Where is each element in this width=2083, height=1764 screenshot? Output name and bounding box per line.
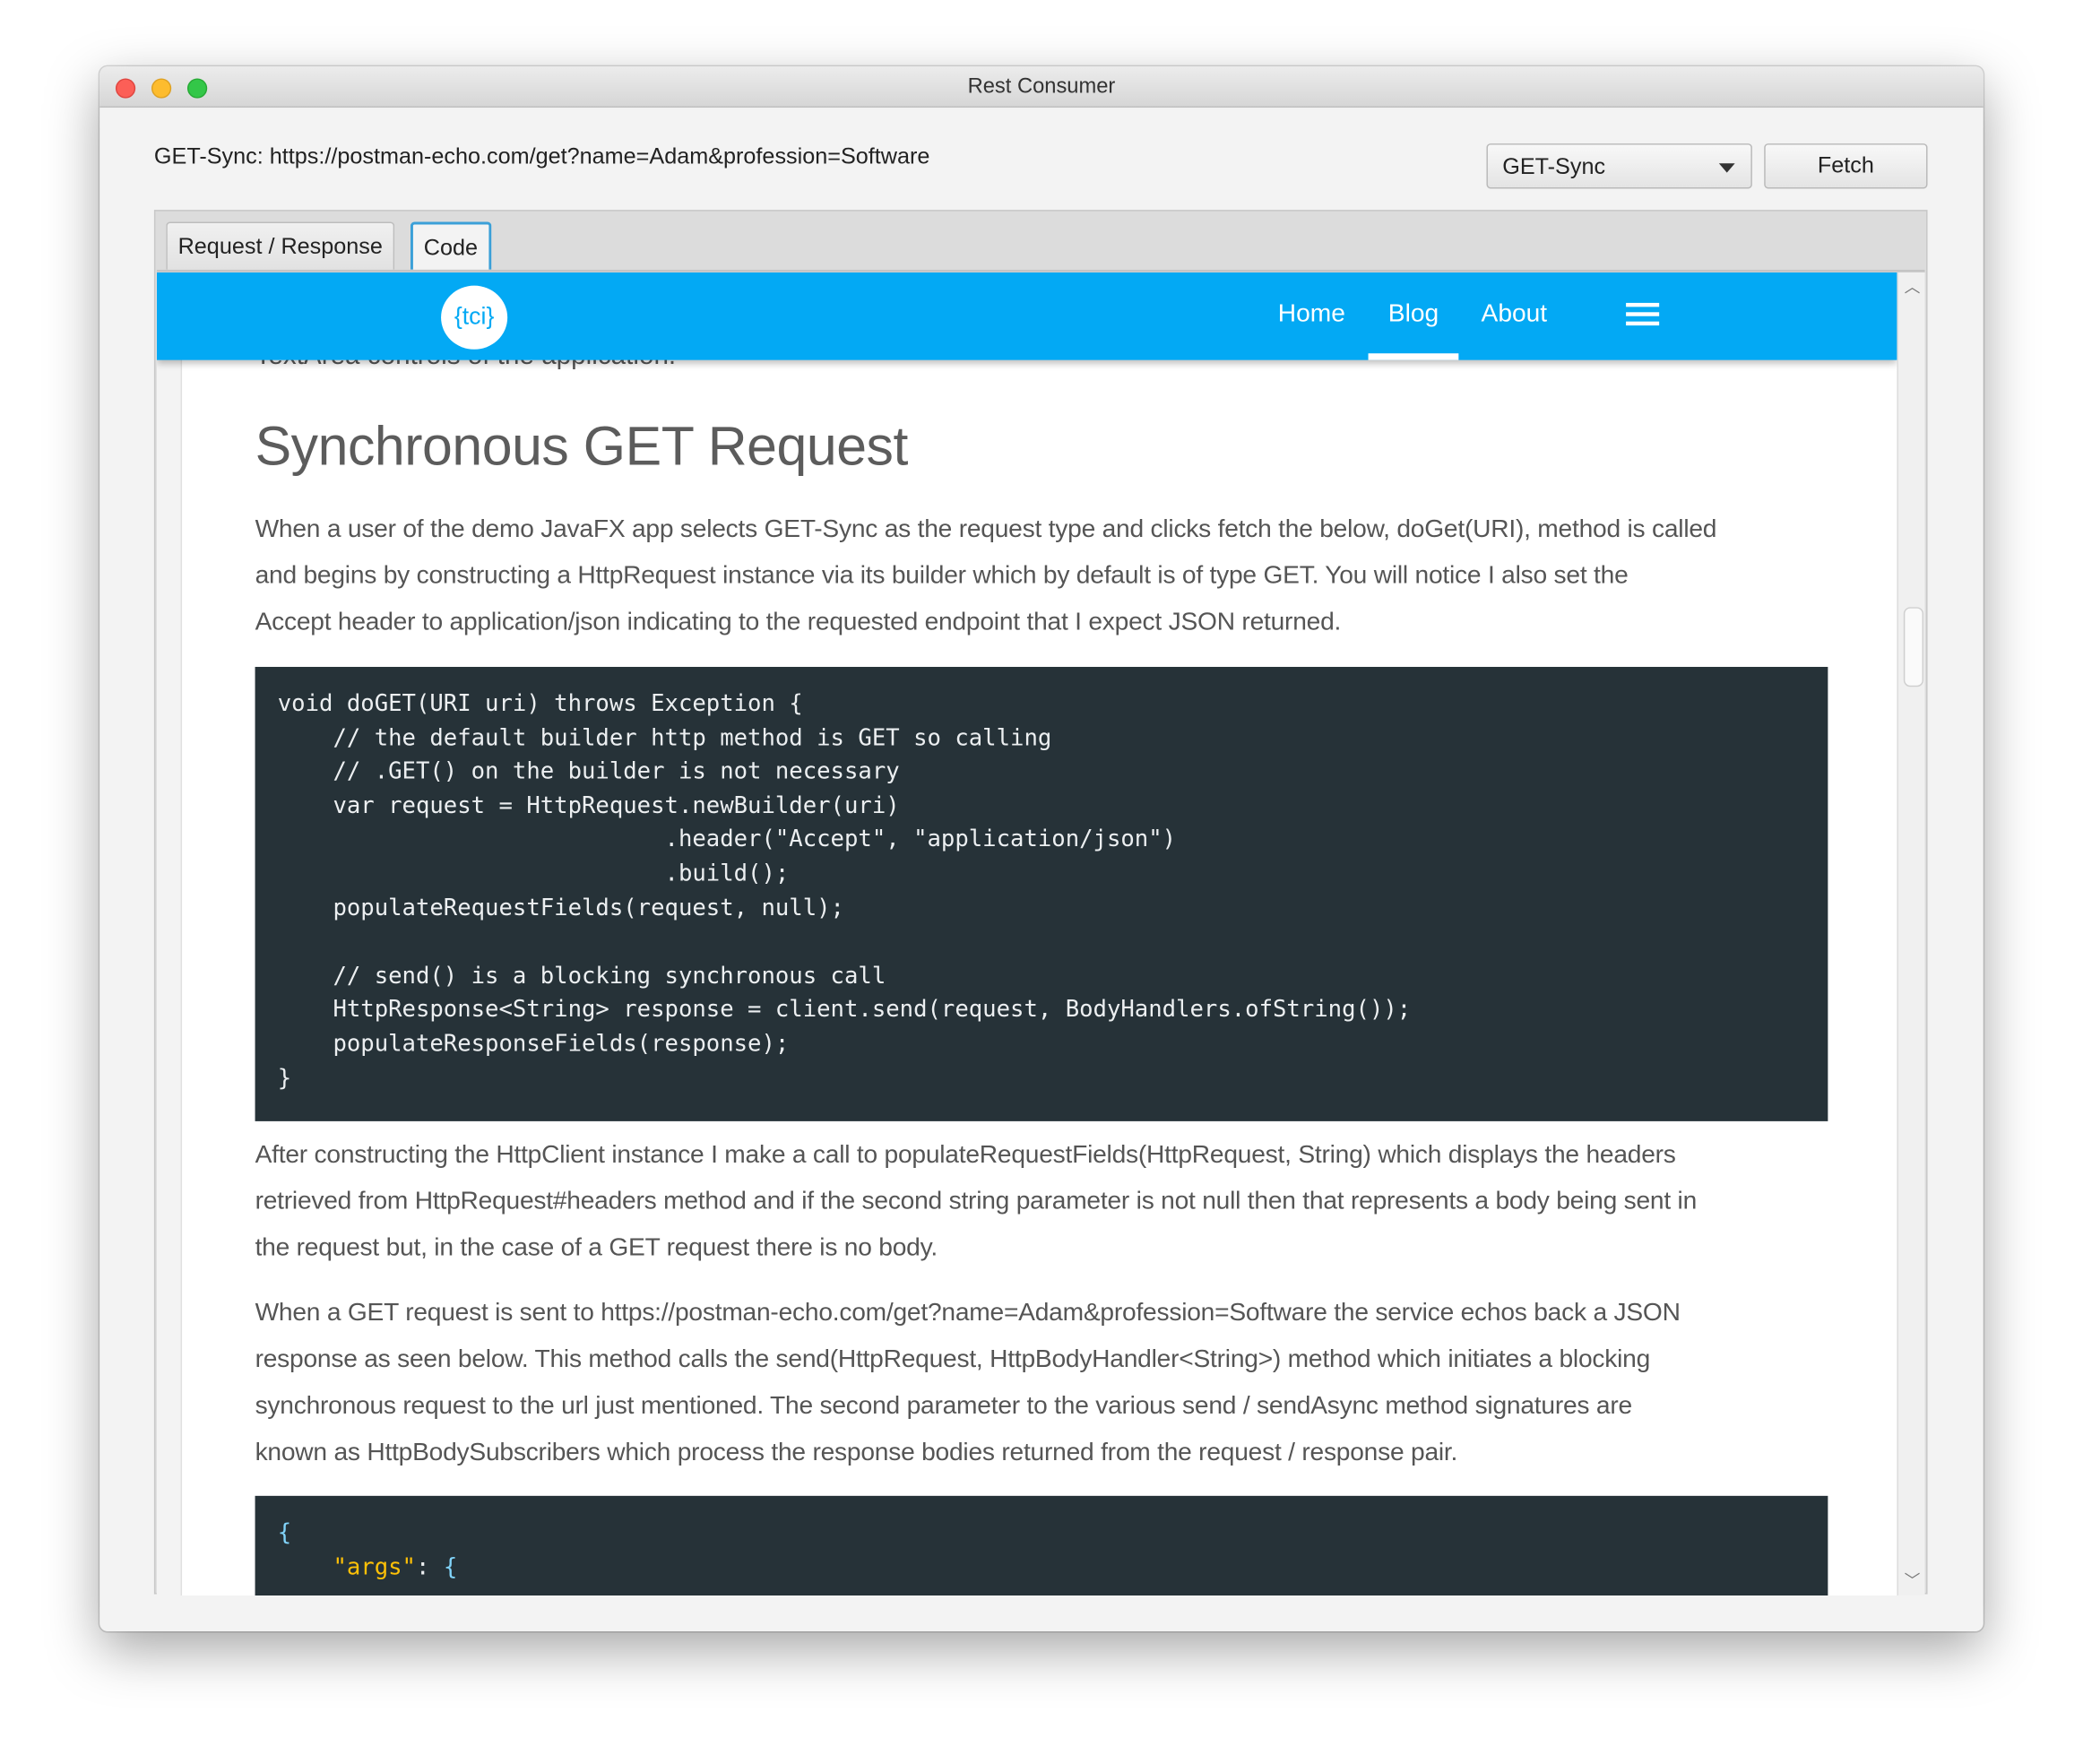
paragraph-line: known as HttpBodySubscribers which proce… xyxy=(255,1439,1458,1467)
code-block-json-response: { "args": { xyxy=(255,1495,1828,1596)
site-logo[interactable]: {tci} xyxy=(441,285,508,350)
vertical-scrollbar[interactable]: ︿ ﹀ xyxy=(1897,272,1925,1596)
fetch-button[interactable]: Fetch xyxy=(1764,143,1928,189)
nav-link-home[interactable]: Home xyxy=(1278,300,1345,330)
paragraph-line: After constructing the HttpClient instan… xyxy=(255,1141,1676,1170)
hamburger-menu-icon[interactable] xyxy=(1626,302,1660,331)
json-brace: { xyxy=(443,1553,458,1581)
paragraph-line: synchronous request to the url just ment… xyxy=(255,1392,1633,1421)
article-heading: Synchronous GET Request xyxy=(255,415,909,478)
json-brace: { xyxy=(277,1519,292,1547)
nav-link-about[interactable]: About xyxy=(1482,300,1548,330)
scrollbar-thumb[interactable] xyxy=(1903,607,1924,687)
paragraph-line: the request but, in the case of a GET re… xyxy=(255,1233,938,1262)
chevron-down-icon xyxy=(1718,163,1735,173)
paragraph-line: When a GET request is sent to https://po… xyxy=(255,1299,1681,1327)
active-nav-indicator xyxy=(1368,353,1459,360)
app-window: Rest Consumer GET-Sync: https://postman-… xyxy=(99,66,1984,1632)
title-bar: Rest Consumer xyxy=(99,66,1984,108)
code-tab-content: {tci} Home Blog About TextArea controls … xyxy=(156,269,1925,1596)
json-colon: : xyxy=(415,1553,444,1581)
method-select-value: GET-Sync xyxy=(1502,153,1606,180)
scroll-up-icon[interactable]: ︿ xyxy=(1898,275,1925,298)
tab-code[interactable]: Code xyxy=(410,221,491,270)
paragraph-line: Accept header to application/json indica… xyxy=(255,608,1342,636)
paragraph-line: When a user of the demo JavaFX app selec… xyxy=(255,515,1717,544)
code-block-doget: void doGET(URI uri) throws Exception { /… xyxy=(255,667,1828,1121)
paragraph-line: response as seen below. This method call… xyxy=(255,1345,1651,1374)
tab-pane: Request / Response Code {tci} Home Blog … xyxy=(153,210,1928,1596)
method-select[interactable]: GET-Sync xyxy=(1486,143,1752,189)
page-left-margin xyxy=(156,272,183,1596)
nav-link-blog[interactable]: Blog xyxy=(1388,300,1439,330)
window-title: Rest Consumer xyxy=(967,75,1116,99)
tab-request-response[interactable]: Request / Response xyxy=(166,221,395,270)
paragraph-line: and begins by constructing a HttpRequest… xyxy=(255,561,1629,591)
scroll-down-icon[interactable]: ﹀ xyxy=(1898,1569,1925,1591)
paragraph-line: retrieved from HttpRequest#headers metho… xyxy=(255,1187,1698,1216)
request-url-label: GET-Sync: https://postman-echo.com/get?n… xyxy=(153,143,930,169)
paragraph-2: After constructing the HttpClient instan… xyxy=(255,1132,1698,1272)
paragraph-1: When a user of the demo JavaFX app selec… xyxy=(255,506,1717,646)
web-view: {tci} Home Blog About TextArea controls … xyxy=(156,272,1897,1596)
paragraph-3: When a GET request is sent to https://po… xyxy=(255,1290,1681,1475)
site-nav-bar: {tci} Home Blog About xyxy=(156,272,1897,360)
json-key: "args" xyxy=(333,1553,416,1581)
